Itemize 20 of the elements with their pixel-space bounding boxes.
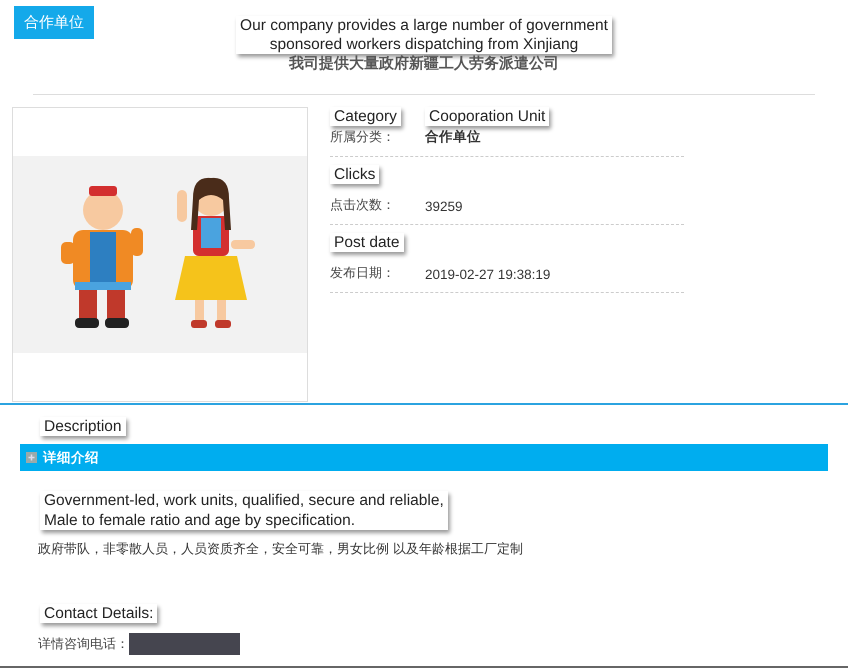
- translation-note: Government-led, work units, qualified, secure and reliable, Male to female ratio and age by specification.: [40, 491, 448, 530]
- field-label: 发布日期：: [330, 265, 396, 282]
- field-value: 2019-02-27 19:38:19: [425, 267, 552, 282]
- contact-label: 详情咨询电话：: [38, 636, 129, 653]
- plus-icon: [26, 452, 37, 463]
- field-label: 所属分类：: [330, 129, 396, 146]
- category-tag: 合作单位: [14, 6, 94, 39]
- description-text: 政府带队，非零散人员，人员资质齐全，安全可靠，男女比例 以及年龄根据工厂定制: [38, 541, 524, 558]
- translation-note: Category: [330, 107, 401, 126]
- field-value: 39259: [425, 199, 464, 214]
- translation-note: Cooporation Unit: [425, 107, 550, 126]
- translation-note: Post date: [330, 233, 404, 252]
- section-title: 详细介绍: [43, 448, 99, 466]
- translation-note: Contact Details:: [40, 604, 158, 623]
- translation-note: Clicks: [330, 165, 380, 184]
- field-value: 合作单位: [425, 128, 482, 146]
- translation-note: Our company provides a large number of government sponsored workers dispatching from Xinjiang: [236, 16, 612, 54]
- page-title: 我司提供大量政府新疆工人劳务派遣公司: [288, 54, 559, 73]
- field-label: 点击次数：: [330, 197, 396, 214]
- translation-note: Description: [40, 417, 126, 436]
